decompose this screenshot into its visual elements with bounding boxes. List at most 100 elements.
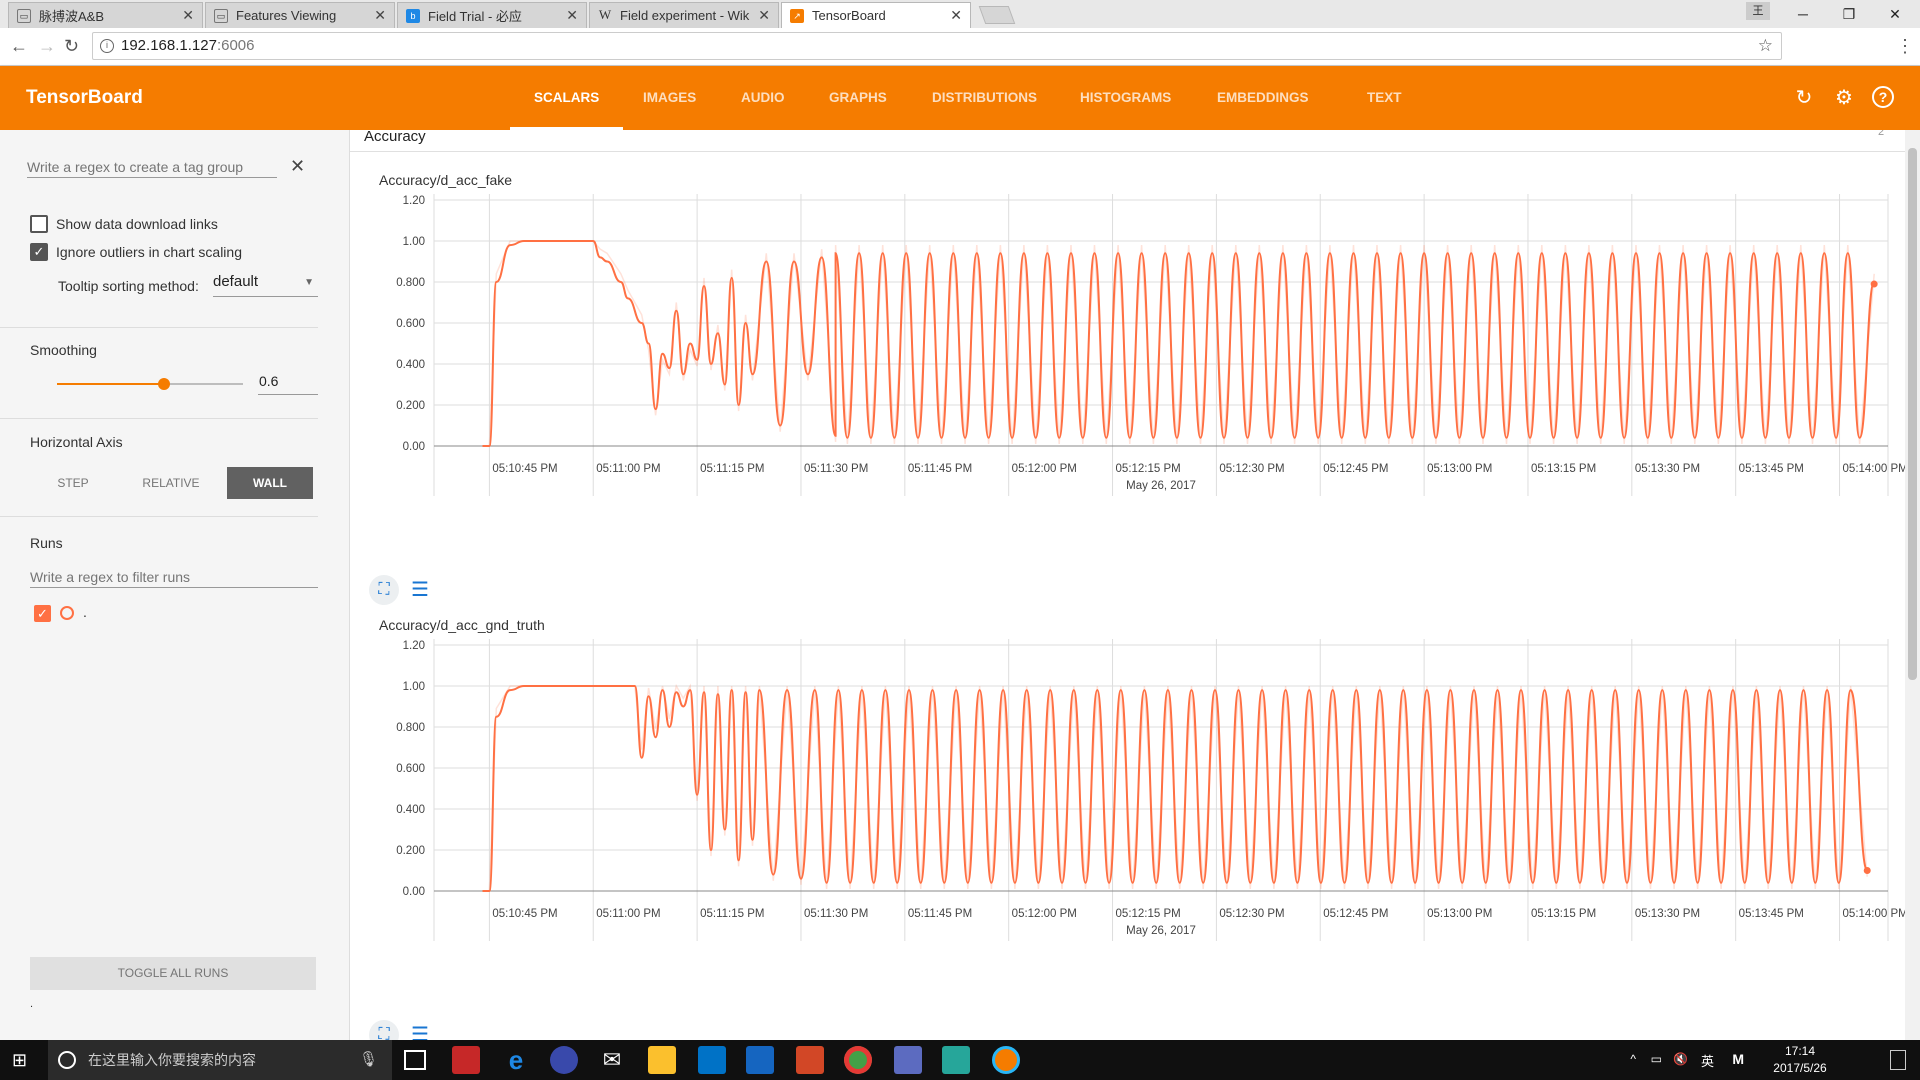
line-chart-d-acc-gnd-truth[interactable]: 0.00 0.200 0.400 0.600 0.800 1.00 1.20 05:10:45…: [368, 633, 1905, 949]
x-tick-label: 05:12:00 PM: [1012, 908, 1077, 920]
pdf-icon[interactable]: [746, 1046, 774, 1074]
power-icon[interactable]: ▭: [1651, 1052, 1662, 1066]
back-arrow-icon[interactable]: ←: [10, 36, 28, 57]
axis-wall-button[interactable]: WALL: [227, 467, 313, 499]
browser-tab[interactable]: W Field experiment - Wik ✕: [589, 2, 779, 28]
windows-start-icon[interactable]: ⊞: [12, 1050, 32, 1070]
divider: [0, 418, 318, 419]
browser-tab[interactable]: ▭ Features Viewing ✕: [205, 2, 395, 28]
tab-text[interactable]: TEXT: [1343, 66, 1426, 130]
outlook-icon[interactable]: [698, 1046, 726, 1074]
data-list-icon[interactable]: ☰: [411, 577, 429, 602]
clock-time[interactable]: 17:14: [1760, 1044, 1840, 1058]
tab-embeddings[interactable]: EMBEDDINGS: [1193, 66, 1333, 130]
search-app-icon[interactable]: [992, 1046, 1020, 1074]
run-radio[interactable]: [60, 606, 74, 620]
x-tick-label: 05:12:15 PM: [1116, 463, 1181, 475]
close-icon[interactable]: ✕: [566, 7, 578, 24]
browser-tab[interactable]: b Field Trial - 必应 ✕: [397, 2, 587, 28]
minimize-icon[interactable]: ─: [1780, 0, 1826, 28]
browser-tab-active[interactable]: ↗ TensorBoard ✕: [781, 2, 971, 28]
tab-distributions[interactable]: DISTRIBUTIONS: [908, 66, 1061, 130]
url-field[interactable]: i 192.168.1.127:6006 ☆: [92, 32, 1782, 60]
mail-icon[interactable]: ✉: [598, 1046, 626, 1074]
wikipedia-icon: W: [598, 6, 612, 22]
notifications-icon[interactable]: [1890, 1050, 1906, 1070]
tab-title: Features Viewing: [236, 8, 337, 23]
tray-chevron-icon[interactable]: ^: [1630, 1052, 1636, 1066]
taskbar-search-box[interactable]: 在这里输入你要搜索的内容 🎙: [48, 1040, 392, 1080]
remote-app-icon[interactable]: [942, 1046, 970, 1074]
tooltip-sorting-value: default: [213, 273, 259, 290]
menu-kebab-icon[interactable]: ⋮: [1896, 36, 1914, 57]
data-list-icon[interactable]: ☰: [411, 1022, 429, 1040]
volume-muted-icon[interactable]: 🔇: [1673, 1052, 1688, 1066]
ignore-outliers-label: Ignore outliers in chart scaling: [56, 244, 242, 260]
category-header[interactable]: Accuracy 2: [350, 130, 1905, 152]
file-explorer-icon[interactable]: [648, 1046, 676, 1074]
x-tick-label: 05:13:45 PM: [1739, 463, 1804, 475]
bookmark-star-icon[interactable]: ☆: [1758, 33, 1773, 59]
run-checkbox[interactable]: ✓: [34, 605, 51, 622]
tab-images[interactable]: IMAGES: [619, 66, 720, 130]
reload-icon[interactable]: ↻: [64, 36, 79, 57]
task-view-icon[interactable]: [404, 1050, 426, 1070]
x-tick-label: 05:13:15 PM: [1531, 908, 1596, 920]
axis-relative-button[interactable]: RELATIVE: [128, 467, 214, 499]
close-icon[interactable]: ✕: [758, 7, 770, 24]
ignore-outliers-checkbox[interactable]: ✓: [30, 243, 48, 261]
tab-audio[interactable]: AUDIO: [717, 66, 809, 130]
smoothing-slider-knob[interactable]: [158, 378, 171, 390]
runs-filter-input[interactable]: [30, 567, 318, 588]
smoothing-value-input[interactable]: 0.6: [258, 373, 318, 395]
tab-scalars[interactable]: SCALARS: [510, 66, 624, 130]
expand-chart-button[interactable]: ⛶: [369, 575, 399, 605]
refresh-icon[interactable]: ↻: [1792, 86, 1816, 110]
line-chart-d-acc-fake[interactable]: 0.00 0.200 0.400 0.600 0.800 1.00 1.20 05:10:45…: [368, 188, 1905, 504]
clock-date[interactable]: 2017/5/26: [1760, 1061, 1840, 1075]
ime-mode[interactable]: M: [1732, 1051, 1744, 1067]
chrome-icon[interactable]: [844, 1046, 872, 1074]
new-tab-button[interactable]: [978, 6, 1016, 24]
gear-icon[interactable]: ⚙: [1832, 86, 1856, 110]
chart-title: Accuracy/d_acc_fake: [379, 172, 513, 188]
tab-title: 脉搏波A&B: [39, 9, 105, 24]
close-icon[interactable]: ✕: [182, 7, 194, 24]
category-title: Accuracy: [364, 130, 426, 145]
powerpoint-icon[interactable]: [796, 1046, 824, 1074]
microphone-icon[interactable]: 🎙: [359, 1040, 378, 1080]
edge-icon[interactable]: e: [502, 1046, 530, 1074]
footer-dot: .: [30, 998, 34, 1010]
tab-graphs[interactable]: GRAPHS: [805, 66, 911, 130]
x-tick-label: 05:12:30 PM: [1219, 908, 1284, 920]
app-icon[interactable]: [452, 1046, 480, 1074]
close-icon[interactable]: ✕: [950, 7, 962, 24]
tab-histograms[interactable]: HISTOGRAMS: [1056, 66, 1195, 130]
eclipse-icon[interactable]: [550, 1046, 578, 1074]
network-app-icon[interactable]: [894, 1046, 922, 1074]
forward-arrow-icon[interactable]: →: [38, 36, 56, 57]
tab-title: Field experiment - Wik: [620, 8, 750, 23]
tooltip-sorting-select[interactable]: default ▼: [213, 273, 318, 297]
main-scrollbar[interactable]: [1905, 130, 1920, 1040]
close-window-icon[interactable]: ✕: [1872, 0, 1918, 28]
checkmark-icon: ✓: [37, 606, 48, 621]
smoothing-slider[interactable]: [57, 378, 243, 390]
ime-language[interactable]: 英: [1701, 1051, 1714, 1070]
help-icon[interactable]: ?: [1872, 86, 1894, 108]
axis-step-button[interactable]: STEP: [30, 467, 116, 499]
smoothing-slider-fill: [57, 383, 165, 385]
sidebar: ✕ Show data download links ✓ Ignore outl…: [0, 130, 350, 1040]
show-download-links-checkbox[interactable]: [30, 215, 48, 233]
tag-group-regex-input[interactable]: [27, 157, 277, 178]
close-icon[interactable]: ✕: [290, 156, 305, 177]
browser-tab[interactable]: ▭ 脉搏波A&B ✕: [8, 2, 203, 28]
close-icon[interactable]: ✕: [374, 7, 386, 24]
scrollbar-thumb[interactable]: [1908, 148, 1917, 680]
expand-chart-button[interactable]: ⛶: [369, 1020, 399, 1040]
y-tick-label: 0.800: [396, 722, 425, 734]
x-tick-label: 05:12:15 PM: [1116, 908, 1181, 920]
divider: [0, 516, 318, 517]
toggle-all-runs-button[interactable]: TOGGLE ALL RUNS: [30, 957, 316, 990]
restore-icon[interactable]: ❐: [1826, 0, 1872, 28]
